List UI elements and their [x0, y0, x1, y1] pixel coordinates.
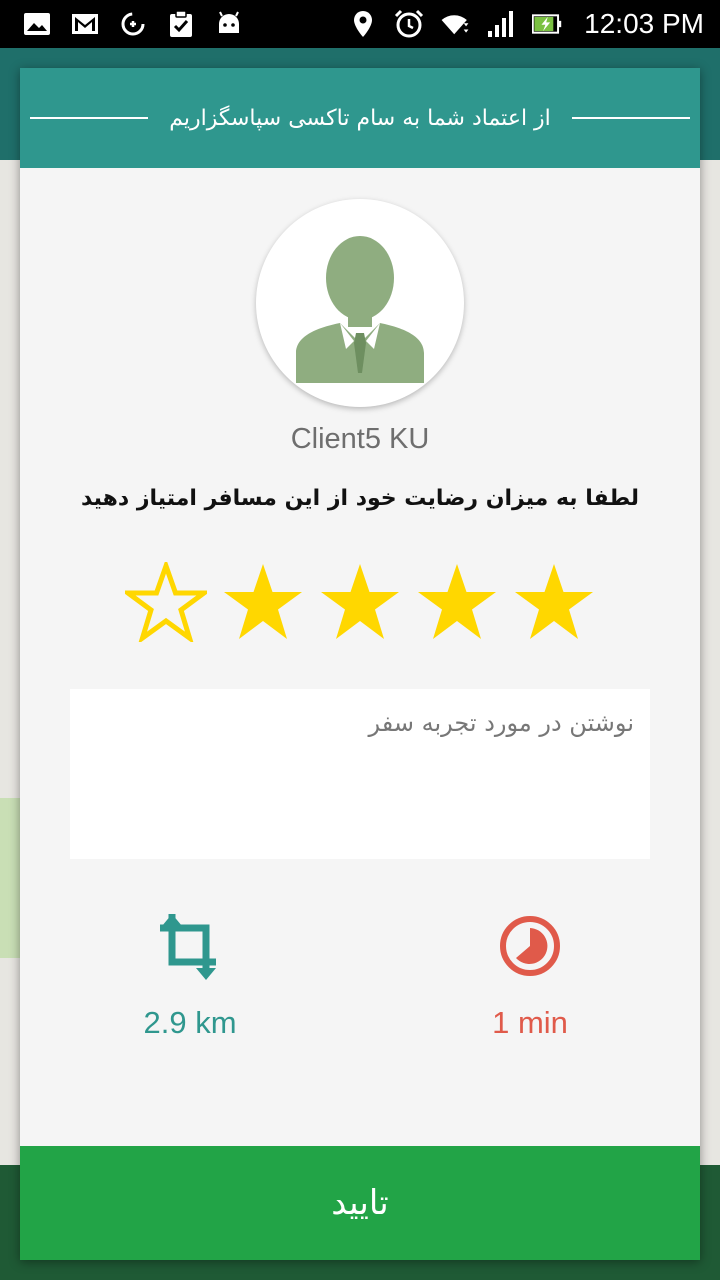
star-empty-icon[interactable] — [125, 562, 207, 642]
header-divider-right — [572, 117, 690, 119]
star-filled-icon[interactable] — [513, 562, 595, 642]
trip-comment-box — [70, 689, 650, 859]
person-icon — [296, 236, 424, 383]
signal-icon — [486, 9, 516, 39]
gmail-icon — [70, 9, 100, 39]
clock: 12:03 PM — [584, 8, 704, 39]
status-bar: 12:03 PM — [0, 0, 720, 48]
image-icon — [22, 9, 52, 39]
trip-comment-input[interactable] — [70, 689, 650, 859]
android-icon — [214, 9, 244, 39]
client-name: Client5 KU — [290, 423, 430, 455]
distance-value: 2.9 km — [143, 1005, 237, 1040]
battery-charging-icon — [532, 9, 562, 39]
header-divider-left — [30, 117, 148, 119]
wifi-icon — [440, 9, 470, 39]
system-icons: 12:03 PM — [348, 0, 704, 48]
star-rating — [125, 562, 595, 642]
avatar — [256, 199, 464, 407]
star-filled-icon[interactable] — [222, 562, 304, 642]
dialog-title: از اعتماد شما به سام تاکسی سپاسگزاریم — [169, 105, 551, 131]
crop-route-icon — [90, 908, 290, 983]
trip-distance: 2.9 km — [90, 908, 290, 1041]
clipboard-check-icon — [166, 9, 196, 39]
rating-prompt: لطفا به میزان رضایت خود از این مسافر امت… — [80, 486, 640, 511]
location-icon — [348, 9, 378, 39]
data-saver-icon — [118, 9, 148, 39]
star-filled-icon[interactable] — [319, 562, 401, 642]
duration-value: 1 min — [492, 1005, 568, 1040]
trip-duration: 1 min — [430, 908, 630, 1041]
dialog-header: از اعتماد شما به سام تاکسی سپاسگزاریم — [20, 68, 700, 168]
notification-icons — [0, 9, 244, 39]
rating-dialog: از اعتماد شما به سام تاکسی سپاسگزاریم Cl… — [20, 68, 700, 1260]
confirm-button[interactable]: تایید — [20, 1146, 700, 1260]
alarm-icon — [394, 9, 424, 39]
star-filled-icon[interactable] — [416, 562, 498, 642]
timer-icon — [430, 908, 630, 983]
map-park-area — [0, 798, 22, 958]
